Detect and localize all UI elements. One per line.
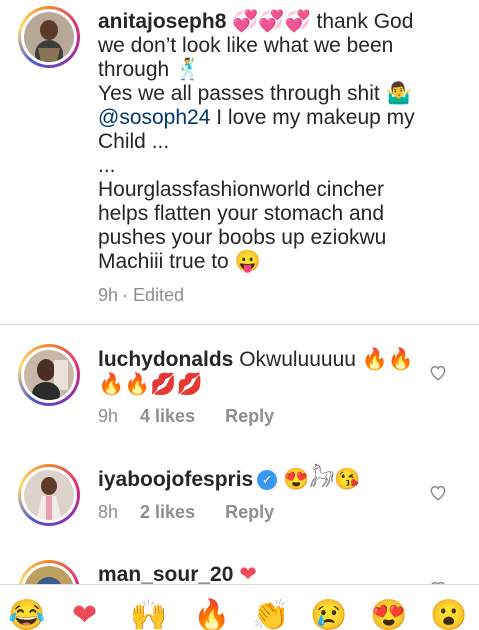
caption-line: ... xyxy=(98,154,116,177)
comment-text: 🔥🔥💋💋 xyxy=(98,373,203,396)
comment-time: 9h xyxy=(98,406,119,426)
caption-time: 9h xyxy=(98,285,119,305)
caption-line: anitajoseph8 💞💞💞 thank God xyxy=(98,10,414,33)
comment-username[interactable]: luchydonalds xyxy=(98,348,233,371)
heart-eyes-emoji-icon[interactable]: 😍 xyxy=(370,601,407,630)
emoji-reaction-bar: 😂 ❤ 🙌 🔥 👏 😢 😍 😮 xyxy=(0,584,479,630)
fire-emoji-icon[interactable]: 🔥 xyxy=(193,601,230,630)
avatar-photo xyxy=(24,470,74,520)
raised-hands-emoji-icon[interactable]: 🙌 xyxy=(130,601,167,630)
comment-username[interactable]: man_sour_20 xyxy=(98,563,233,586)
comment-likes[interactable]: 2 likes xyxy=(140,502,195,523)
caption-line: we don’t look like what we been xyxy=(98,34,394,57)
post-caption: anitajoseph8 💞💞💞 thank God we don’t look… xyxy=(0,0,479,324)
comment-likes[interactable]: 4 likes xyxy=(140,406,195,427)
surprised-emoji-icon[interactable]: 😮 xyxy=(430,601,467,630)
reply-button[interactable]: Reply xyxy=(225,406,274,427)
like-heart-icon[interactable] xyxy=(429,484,447,502)
mention-link[interactable]: @sosoph24 xyxy=(98,106,210,129)
caption-line: Yes we all passes through shit 🤷‍♂ xyxy=(98,82,412,105)
crying-emoji-icon[interactable]: 😢 xyxy=(310,601,347,630)
caption-line: Machiii true to 😛 xyxy=(98,250,261,273)
comment-time: 8h xyxy=(98,502,119,522)
caption-line: Hourglassfashionworld cincher xyxy=(98,178,384,201)
verified-badge-icon: ✓ xyxy=(257,470,278,491)
heart-emoji-icon[interactable]: ❤ xyxy=(72,601,97,630)
comment-text: iyaboojofespris ✓ 😍𓃗😘 xyxy=(98,468,361,491)
caption-avatar[interactable] xyxy=(18,6,80,68)
caption-username[interactable]: anitajoseph8 xyxy=(98,10,226,33)
caption-line: through 🕺 xyxy=(98,58,202,81)
laughing-emoji-icon[interactable]: 😂 xyxy=(8,601,45,630)
comment-text: luchydonalds Okwuluuuuu 🔥🔥 xyxy=(98,348,415,371)
like-heart-icon[interactable] xyxy=(429,364,447,382)
reply-button[interactable]: Reply xyxy=(225,502,274,523)
caption-line: @sosoph24 I love my makeup my xyxy=(98,106,415,129)
comment-username[interactable]: iyaboojofespris xyxy=(98,468,253,491)
caption-meta: 9h · Edited xyxy=(98,285,184,306)
avatar-photo xyxy=(24,350,74,400)
clapping-emoji-icon[interactable]: 👏 xyxy=(252,601,289,630)
comment-meta: 9h 4 likes Reply xyxy=(98,406,274,427)
avatar-photo xyxy=(24,12,74,62)
caption-line: helps flatten your stomach and xyxy=(98,202,385,225)
caption-edited: · Edited xyxy=(122,285,185,305)
caption-line: pushes your boobs up eziokwu xyxy=(98,226,387,249)
comment-avatar[interactable] xyxy=(18,464,80,526)
comment-avatar[interactable] xyxy=(18,344,80,406)
comment-meta: 8h 2 likes Reply xyxy=(98,502,274,523)
caption-line: Child ... xyxy=(98,130,170,153)
caption-divider xyxy=(0,324,479,325)
